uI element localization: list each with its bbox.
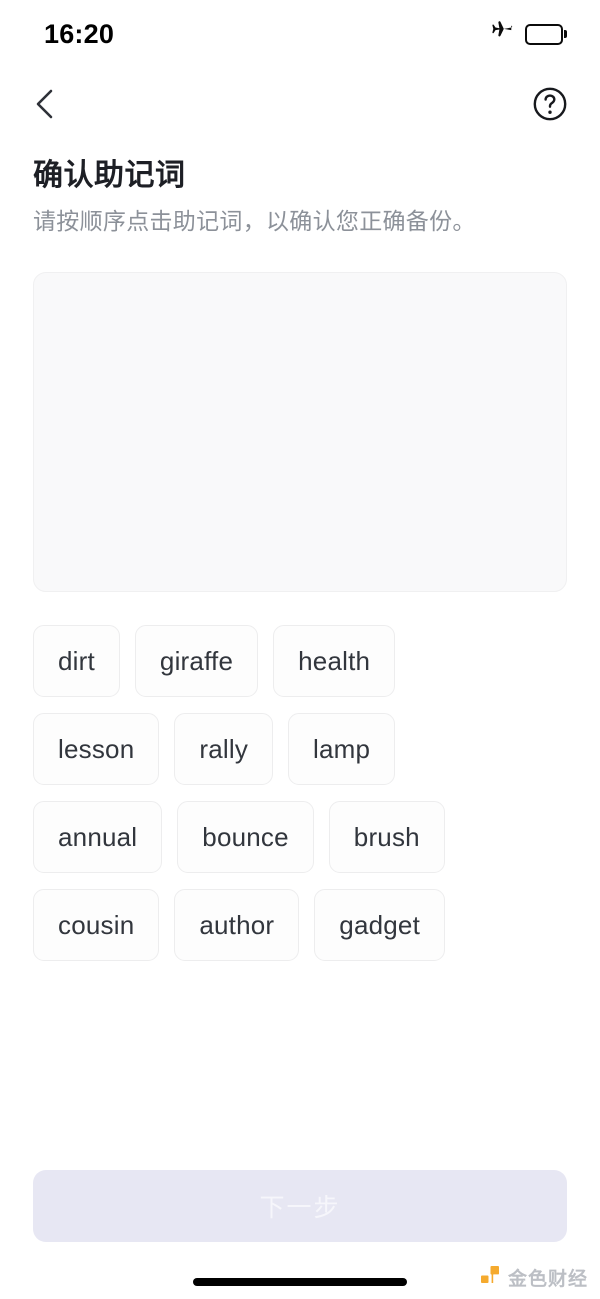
word-bank: dirt giraffe health lesson rally lamp annual bo… bbox=[33, 625, 533, 961]
word-chip[interactable]: brush bbox=[328, 801, 445, 873]
word-chip[interactable]: annual bbox=[33, 801, 163, 873]
watermark-text: 金色财经 bbox=[507, 1269, 588, 1290]
word-chip[interactable]: gadget bbox=[314, 889, 446, 961]
word-chip[interactable]: lamp bbox=[288, 713, 396, 785]
status-bar: 16:20 bbox=[0, 0, 600, 68]
home-indicator bbox=[193, 1278, 407, 1286]
help-button[interactable] bbox=[528, 83, 572, 127]
back-button[interactable] bbox=[22, 83, 66, 127]
status-bar-indicators bbox=[488, 19, 567, 50]
word-chip[interactable]: author bbox=[174, 889, 300, 961]
airplane-mode-icon bbox=[488, 19, 514, 50]
navigation-bar bbox=[0, 78, 600, 132]
word-chip[interactable]: bounce bbox=[177, 801, 314, 873]
word-chip[interactable]: lesson bbox=[33, 713, 160, 785]
word-chip[interactable]: rally bbox=[174, 713, 274, 785]
next-button[interactable]: 下一步 bbox=[33, 1170, 567, 1242]
page-subtitle: 请按顺序点击助记词，以确认您正确备份。 bbox=[33, 208, 476, 234]
question-mark-circle-icon bbox=[532, 86, 568, 125]
word-chip[interactable]: dirt bbox=[33, 625, 120, 697]
word-chip[interactable]: giraffe bbox=[134, 625, 259, 697]
selected-words-panel[interactable] bbox=[33, 272, 567, 592]
word-chip[interactable]: health bbox=[273, 625, 396, 697]
page-title: 确认助记词 bbox=[33, 159, 186, 192]
status-bar-time: 16:20 bbox=[44, 18, 115, 49]
heading-block: 确认助记词 请按顺序点击助记词，以确认您正确备份。 bbox=[33, 158, 567, 236]
word-chip[interactable]: cousin bbox=[33, 889, 160, 961]
watermark: 金色财经 bbox=[480, 1264, 588, 1291]
battery-icon bbox=[525, 23, 567, 45]
chevron-left-icon bbox=[30, 87, 58, 124]
jinse-logo-icon bbox=[480, 1264, 502, 1291]
